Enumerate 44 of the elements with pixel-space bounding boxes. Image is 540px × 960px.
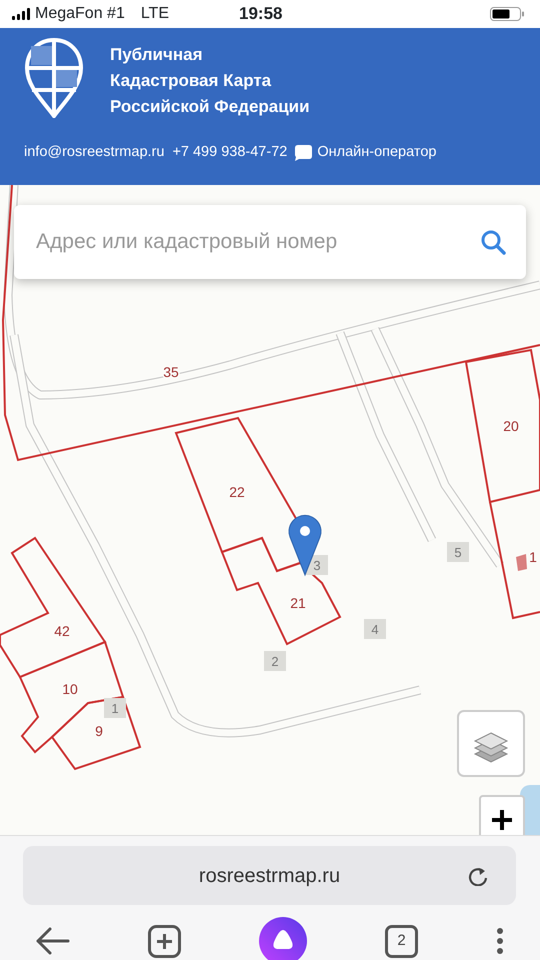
parcel-number: 35: [163, 364, 179, 380]
location-pin[interactable]: [288, 514, 322, 576]
site-title-line: Публичная: [110, 44, 204, 66]
zoom-in-button[interactable]: [479, 795, 525, 835]
house-number-tag: 5: [447, 542, 469, 562]
new-tab-icon: [148, 924, 181, 958]
back-icon: [36, 927, 70, 955]
carrier-name: MegaFon #1: [35, 4, 125, 24]
tabs-count-button[interactable]: 2: [385, 924, 418, 958]
building-shape: [516, 554, 527, 571]
more-menu-icon: [496, 927, 504, 955]
network-type: LTE: [140, 4, 169, 24]
parcel-number: 1: [529, 549, 537, 565]
parcel-number: 9: [95, 723, 103, 739]
search-icon[interactable]: [481, 230, 506, 254]
parcel-number: 20: [503, 418, 519, 434]
reload-icon[interactable]: [468, 866, 488, 886]
site-title-line: Российской Федерации: [110, 96, 310, 118]
email-link[interactable]: info@rosreestrmap.ru: [24, 142, 164, 164]
online-operator-link[interactable]: Онлайн-оператор: [295, 142, 436, 164]
status-time: 19:58: [239, 3, 282, 26]
parcel-number: 22: [229, 484, 245, 500]
house-number-tag: 2: [264, 651, 286, 671]
site-title-line: Кадастровая Карта: [110, 70, 272, 92]
new-tab-button[interactable]: [148, 924, 181, 958]
parcel-number: 42: [54, 623, 70, 639]
map-pin-logo-icon: [24, 38, 84, 118]
house-number-tag: 4: [364, 619, 386, 639]
plus-icon: [492, 810, 512, 830]
phone-link[interactable]: +7 499 938-47-72: [172, 142, 288, 164]
parcel-number: 10: [62, 681, 78, 697]
layers-button[interactable]: [457, 710, 525, 777]
search-bar[interactable]: Адрес или кадастровый номер: [14, 205, 526, 279]
house-number-tag: 1: [104, 698, 126, 718]
url-text: rosreestrmap.ru: [198, 864, 340, 888]
search-field[interactable]: Адрес или кадастровый номер: [34, 225, 481, 259]
battery-icon: [490, 7, 524, 21]
chat-bubble-icon: [295, 144, 312, 161]
parcel-number: 21: [290, 595, 306, 611]
back-button[interactable]: [36, 927, 70, 955]
signal-icon: [12, 8, 30, 20]
more-menu-button[interactable]: [496, 927, 504, 955]
address-bar[interactable]: rosreestrmap.ru: [23, 846, 516, 905]
assistant-button[interactable]: [259, 917, 307, 960]
